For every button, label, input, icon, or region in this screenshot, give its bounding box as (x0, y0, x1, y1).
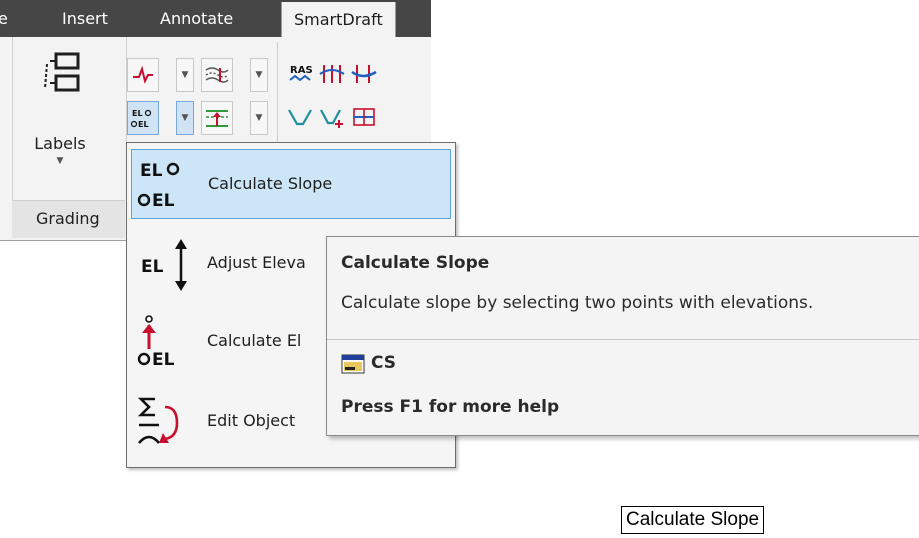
labels-button[interactable]: Labels ▼ (20, 52, 100, 192)
hatch-icon (205, 67, 229, 83)
grading-tool-button[interactable] (201, 101, 233, 135)
menu-item-label: Edit Object (207, 411, 296, 430)
add-ditch-button[interactable] (317, 101, 347, 133)
ditch-button[interactable] (285, 101, 315, 133)
elevation-tools-button[interactable]: EL EL (127, 101, 159, 135)
elevation-slope-icon: EL EL (130, 109, 152, 129)
edit-object-icon (137, 397, 179, 444)
command-line-icon (341, 354, 365, 374)
labels-dropdown-arrow-icon[interactable]: ▼ (20, 156, 100, 166)
svg-text:EL: EL (138, 120, 149, 129)
tab-smartdraft[interactable]: SmartDraft (281, 2, 396, 37)
svg-text:EL: EL (152, 350, 175, 370)
labels-button-label: Labels (34, 134, 86, 153)
hatch-tool-dropdown[interactable]: ▼ (250, 58, 268, 92)
cross-sections-button[interactable] (317, 58, 347, 90)
svg-text:EL: EL (141, 257, 164, 277)
svg-text:RAS: RAS (290, 65, 313, 76)
ras-button[interactable]: RAS (285, 58, 315, 90)
svg-text:EL: EL (152, 191, 175, 211)
tab-annotate[interactable]: Annotate (160, 0, 233, 37)
profile-view-button[interactable] (349, 58, 379, 90)
tooltip-description: Calculate slope by selecting two points … (341, 293, 814, 313)
svg-text:EL: EL (140, 161, 163, 181)
hatch-tool-button[interactable] (201, 58, 233, 92)
elevation-slope-icon: EL EL (137, 161, 180, 211)
calculate-elevation-icon: EL (137, 315, 175, 370)
labels-icon (44, 52, 80, 92)
grading-tool-dropdown[interactable]: ▼ (250, 101, 268, 135)
svg-text:EL: EL (132, 109, 143, 118)
tooltip-command: CS (371, 353, 397, 373)
profile-break-button[interactable] (127, 58, 159, 92)
tab-partial[interactable]: e (0, 0, 8, 37)
structure-table-button[interactable] (349, 101, 379, 133)
floating-label: Calculate Slope (621, 506, 765, 534)
tooltip-title: Calculate Slope (341, 253, 490, 273)
add-ditch-icon (320, 109, 343, 128)
elevation-tools-dropdown[interactable]: ▼ (176, 101, 194, 135)
profile-break-dropdown[interactable]: ▼ (176, 58, 194, 92)
profile-break-icon (133, 65, 153, 84)
menu-item-label: Calculate Slope (208, 174, 333, 193)
structure-table-icon (353, 108, 375, 126)
cross-sections-icon (319, 65, 345, 83)
command-tooltip: Calculate Slope Calculate slope by selec… (326, 236, 919, 436)
tab-insert[interactable]: Insert (62, 0, 108, 37)
grading-icon (206, 110, 228, 127)
ribbon-group-title: Grading (12, 200, 125, 238)
group-title-grading: Grading (36, 209, 100, 228)
ribbon-tab-bar: e Insert Annotate SmartDraft (0, 0, 431, 37)
menu-item-label: Adjust Eleva (207, 253, 306, 272)
ras-icon: RAS (289, 65, 313, 82)
profile-view-icon (351, 65, 377, 83)
tooltip-divider (327, 339, 919, 340)
ditch-icon (288, 109, 312, 126)
adjust-elevation-icon: EL (141, 239, 187, 291)
menu-item-label: Calculate El (207, 331, 302, 350)
tooltip-help: Press F1 for more help (341, 397, 560, 417)
menu-item-calculate-slope[interactable]: EL EL Calculate Slope (131, 149, 451, 219)
